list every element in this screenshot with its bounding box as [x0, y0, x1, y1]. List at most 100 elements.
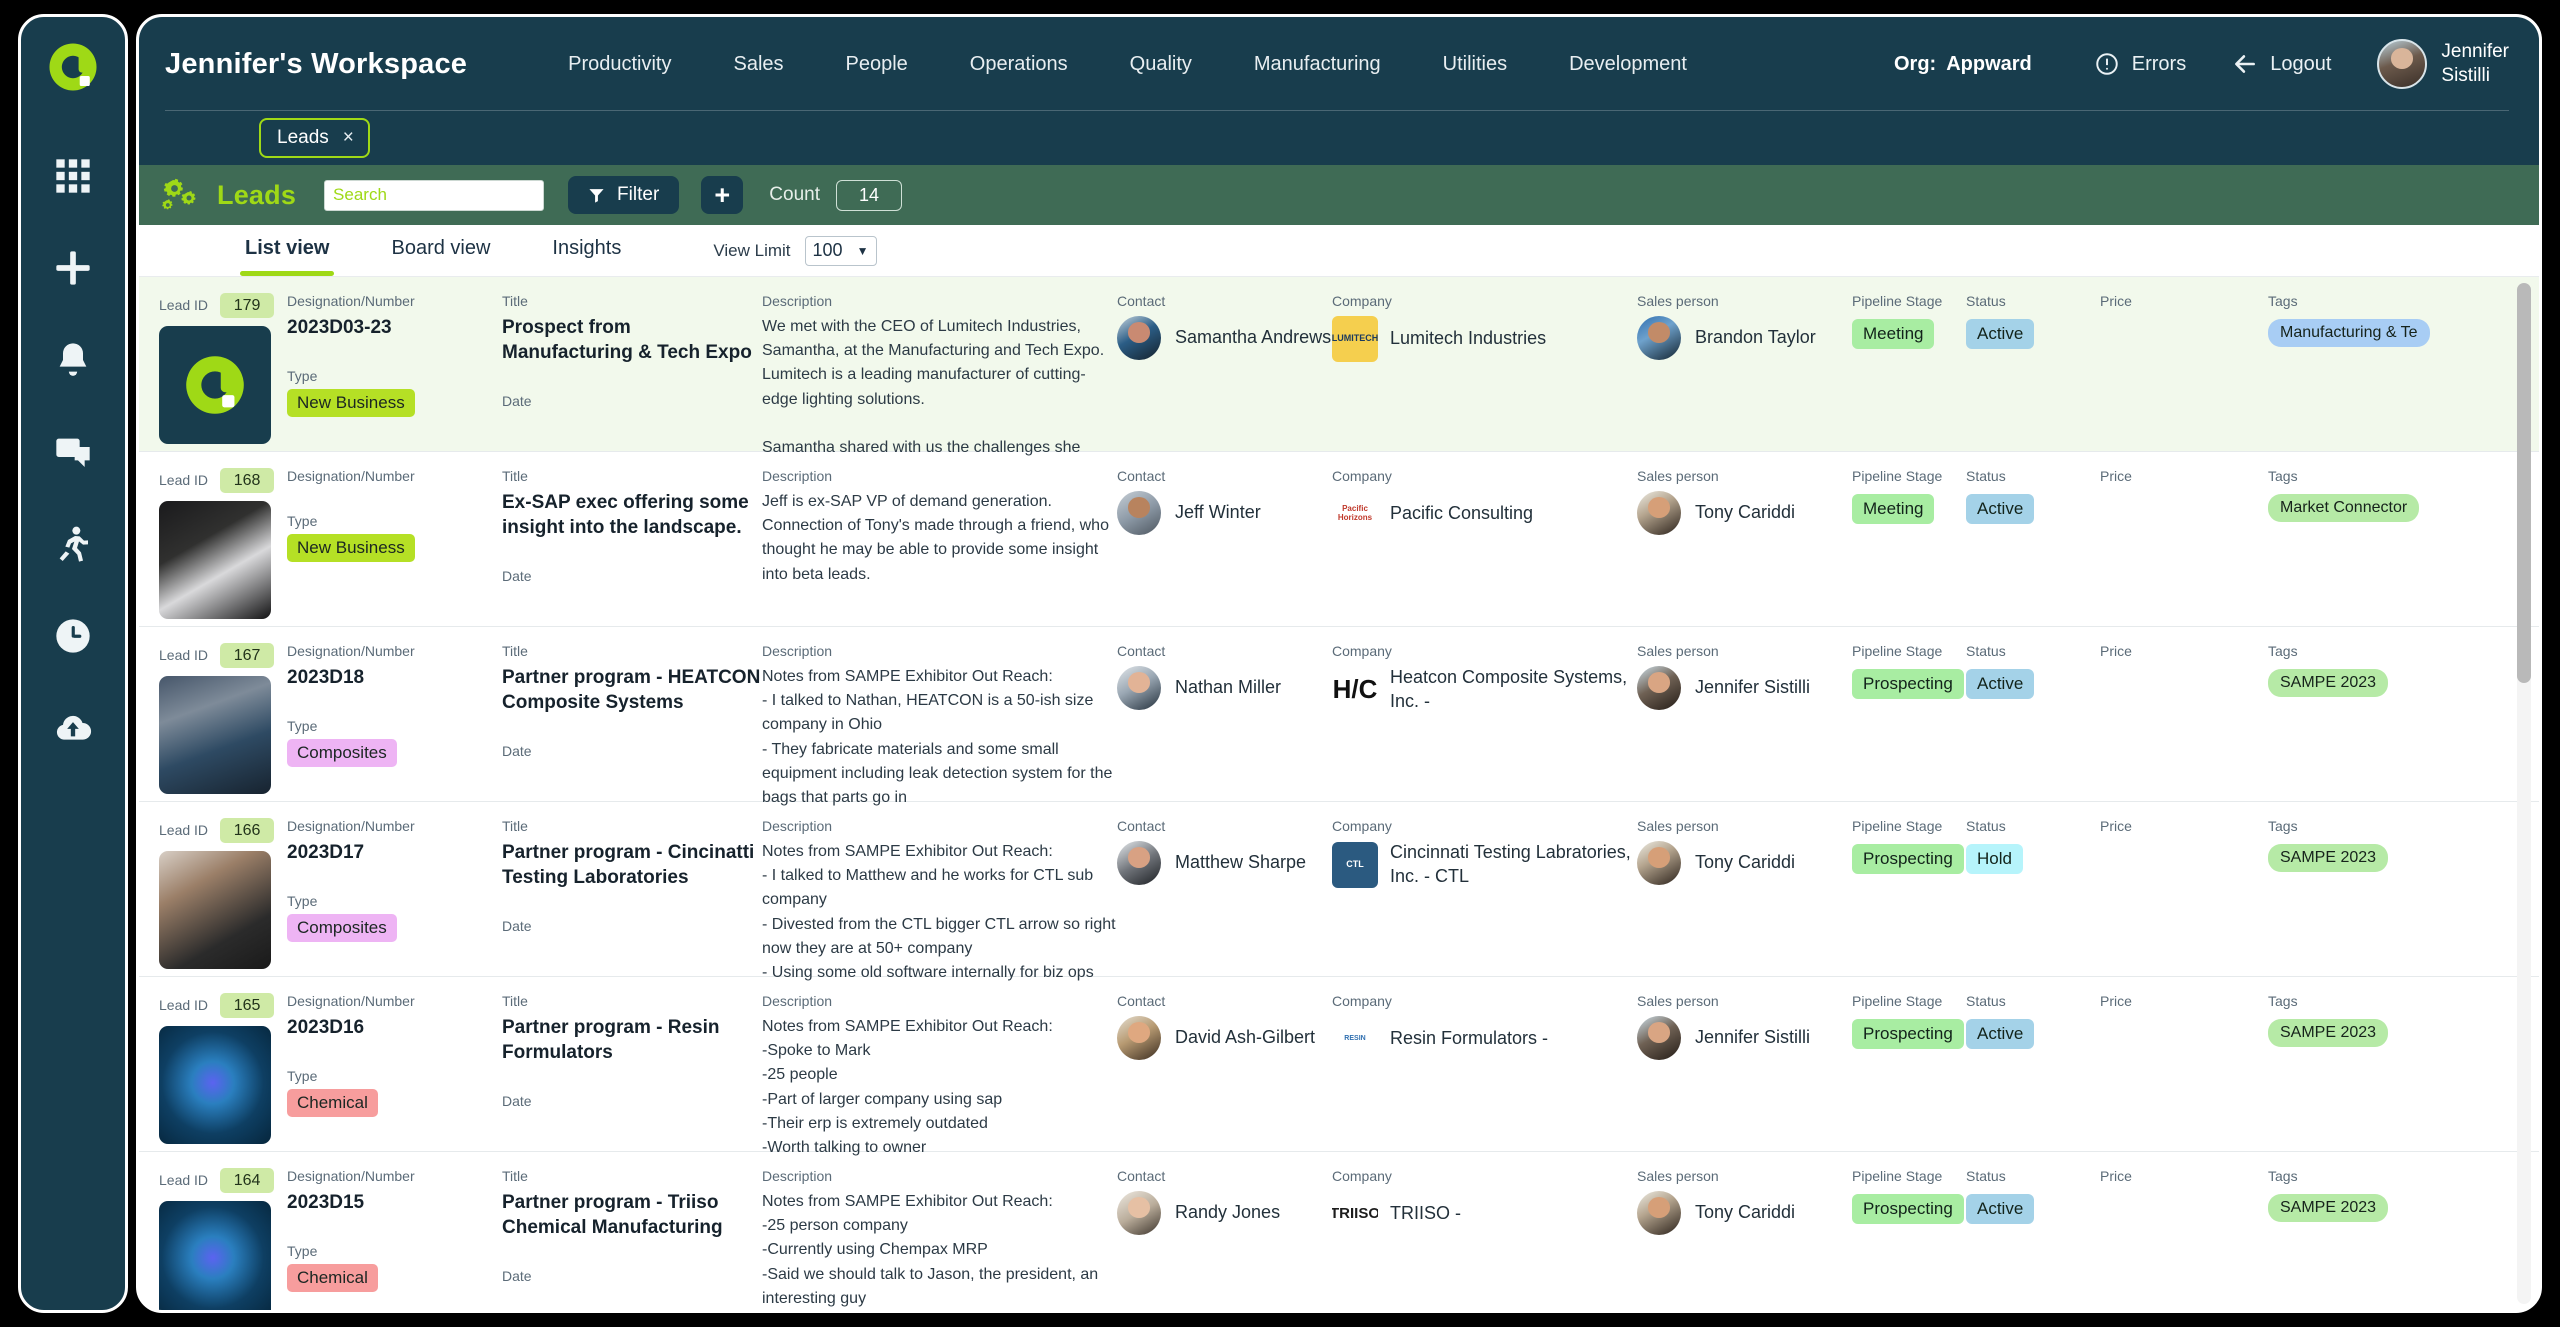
company-name: Resin Formulators -	[1390, 1027, 1549, 1048]
company-entry[interactable]: LUMITECH Lumitech Industries	[1332, 315, 1637, 362]
contact-avatar	[1117, 490, 1161, 535]
table-row[interactable]: Lead ID 168 Designation/Number Type New …	[139, 452, 2539, 627]
search-box[interactable]	[324, 179, 555, 211]
cell-contact: Contact David Ash-Gilbert	[1117, 987, 1332, 1139]
settings-gears-icon[interactable]	[159, 178, 211, 212]
nav-productivity[interactable]: Productivity	[537, 53, 702, 76]
lead-thumbnail[interactable]	[159, 501, 271, 619]
tag-badge[interactable]: SAMPE 2023	[2268, 1018, 2389, 1047]
table-row[interactable]: Lead ID 166 Designation/Number 2023D17 T…	[139, 802, 2539, 981]
cell-pipeline-stage: Pipeline Stage Prospecting	[1852, 812, 1966, 964]
tag-badge[interactable]: Market Connector	[2268, 493, 2420, 522]
plus-icon[interactable]	[44, 239, 102, 297]
runner-icon[interactable]	[44, 515, 102, 573]
grid-apps-icon[interactable]	[44, 147, 102, 205]
user-menu[interactable]: Jennifer Sistilli	[2377, 39, 2509, 89]
company-entry[interactable]: CTL Cincinnati Testing Labratories, Inc.…	[1332, 841, 1637, 889]
lead-thumbnail[interactable]	[159, 851, 271, 969]
nav-operations[interactable]: Operations	[939, 53, 1099, 76]
pipeline-stage-badge[interactable]: Meeting	[1852, 493, 1935, 524]
nav-utilities[interactable]: Utilities	[1412, 53, 1538, 76]
pipeline-stage-badge[interactable]: Prospecting	[1852, 668, 1964, 699]
cell-sales-person: Sales person Jennifer Sistilli	[1637, 637, 1852, 789]
table-row[interactable]: Lead ID 164 Designation/Number 2023D15 T…	[139, 1152, 2539, 1310]
pipeline-stage-badge[interactable]: Prospecting	[1852, 843, 1964, 874]
sales-person[interactable]: Tony Cariddi	[1637, 840, 1852, 885]
sales-person[interactable]: Jennifer Sistilli	[1637, 665, 1852, 710]
status-badge[interactable]: Active	[1966, 668, 2035, 699]
tab-list-view[interactable]: List view	[239, 237, 336, 276]
company-entry[interactable]: Pacific Horizons Pacific Consulting	[1332, 491, 1637, 537]
tag-badge[interactable]: SAMPE 2023	[2268, 843, 2389, 872]
lead-thumbnail[interactable]	[159, 1201, 271, 1310]
tag-badge[interactable]: SAMPE 2023	[2268, 668, 2389, 697]
filter-button[interactable]: Filter	[568, 176, 680, 214]
nav-manufacturing[interactable]: Manufacturing	[1223, 53, 1412, 76]
label-sales-person: Sales person	[1637, 1168, 1719, 1184]
company-entry[interactable]: RESIN Resin Formulators -	[1332, 1016, 1637, 1062]
clock-icon[interactable]	[44, 607, 102, 665]
label-status: Status	[1966, 1168, 2006, 1184]
sales-person[interactable]: Tony Cariddi	[1637, 1190, 1852, 1235]
vertical-scrollbar[interactable]	[2517, 283, 2531, 1304]
tag-badge[interactable]: Manufacturing & Te	[2268, 318, 2430, 347]
table-row[interactable]: Lead ID 179 Designation/Number 2023D03-2…	[139, 277, 2539, 456]
scrollbar-thumb[interactable]	[2517, 283, 2531, 683]
contact-person[interactable]: Randy Jones	[1117, 1190, 1332, 1235]
label-lead-id: Lead ID	[159, 297, 209, 314]
status-badge[interactable]: Active	[1966, 1018, 2035, 1049]
errors-button[interactable]: Errors	[2094, 51, 2186, 77]
label-price: Price	[2100, 293, 2132, 309]
bell-icon[interactable]	[44, 331, 102, 389]
company-entry[interactable]: TRIISO TRIISO -	[1332, 1191, 1637, 1237]
contact-person[interactable]: Jeff Winter	[1117, 490, 1332, 535]
pipeline-stage-badge[interactable]: Prospecting	[1852, 1193, 1964, 1224]
logout-button[interactable]: Logout	[2232, 51, 2331, 77]
pipeline-stage-badge[interactable]: Prospecting	[1852, 1018, 1964, 1049]
search-input[interactable]	[333, 185, 555, 205]
lead-thumbnail[interactable]	[159, 326, 271, 444]
status-badge[interactable]: Hold	[1966, 843, 2023, 874]
cell-company: Company Pacific Horizons Pacific Consult…	[1332, 462, 1637, 614]
view-limit-value: 100	[812, 240, 843, 260]
contact-person[interactable]: Matthew Sharpe	[1117, 840, 1332, 885]
lead-thumbnail[interactable]	[159, 676, 271, 794]
lead-thumbnail[interactable]	[159, 1026, 271, 1144]
label-tags: Tags	[2268, 993, 2298, 1009]
label-pipeline-stage: Pipeline Stage	[1852, 1168, 1943, 1184]
sales-person[interactable]: Brandon Taylor	[1637, 315, 1852, 360]
workspace-title: Jennifer's Workspace	[165, 47, 468, 80]
contact-person[interactable]: David Ash-Gilbert	[1117, 1015, 1332, 1060]
status-badge[interactable]: Active	[1966, 1193, 2035, 1224]
appward-logo-icon[interactable]	[45, 39, 101, 95]
cell-sales-person: Sales person Tony Cariddi	[1637, 462, 1852, 614]
pipeline-stage-badge[interactable]: Meeting	[1852, 318, 1935, 349]
nav-sales[interactable]: Sales	[702, 53, 814, 76]
cloud-upload-icon[interactable]	[44, 699, 102, 757]
table-row[interactable]: Lead ID 167 Designation/Number 2023D18 T…	[139, 627, 2539, 806]
view-limit-select[interactable]: 100 ▼	[804, 235, 877, 266]
tab-insights[interactable]: Insights	[552, 237, 621, 264]
cell-sales-person: Sales person Jennifer Sistilli	[1637, 987, 1852, 1139]
leads-table: Lead ID 179 Designation/Number 2023D03-2…	[139, 277, 2539, 1310]
company-logo-icon: LUMITECH	[1332, 315, 1378, 362]
sales-person[interactable]: Tony Cariddi	[1637, 490, 1852, 535]
contact-person[interactable]: Nathan Miller	[1117, 665, 1332, 710]
contact-person[interactable]: Samantha Andrews	[1117, 315, 1332, 360]
tab-board-view[interactable]: Board view	[391, 237, 490, 264]
close-icon[interactable]: ×	[343, 127, 354, 149]
nav-quality[interactable]: Quality	[1099, 53, 1223, 76]
add-lead-button[interactable]: +	[701, 176, 744, 214]
table-row[interactable]: Lead ID 165 Designation/Number 2023D16 T…	[139, 977, 2539, 1156]
status-badge[interactable]: Active	[1966, 493, 2035, 524]
nav-development[interactable]: Development	[1538, 53, 1718, 76]
nav-people[interactable]: People	[815, 53, 939, 76]
label-company: Company	[1332, 643, 1392, 659]
status-badge[interactable]: Active	[1966, 318, 2035, 349]
tab-leads[interactable]: Leads ×	[259, 118, 370, 158]
chat-icon[interactable]	[44, 423, 102, 481]
tag-badge[interactable]: SAMPE 2023	[2268, 1193, 2389, 1222]
sales-person[interactable]: Jennifer Sistilli	[1637, 1015, 1852, 1060]
cell-title: Title Prospect from Manufacturing & Tech…	[502, 287, 762, 439]
company-entry[interactable]: H/C Heatcon Composite Systems, Inc. -	[1332, 666, 1637, 714]
